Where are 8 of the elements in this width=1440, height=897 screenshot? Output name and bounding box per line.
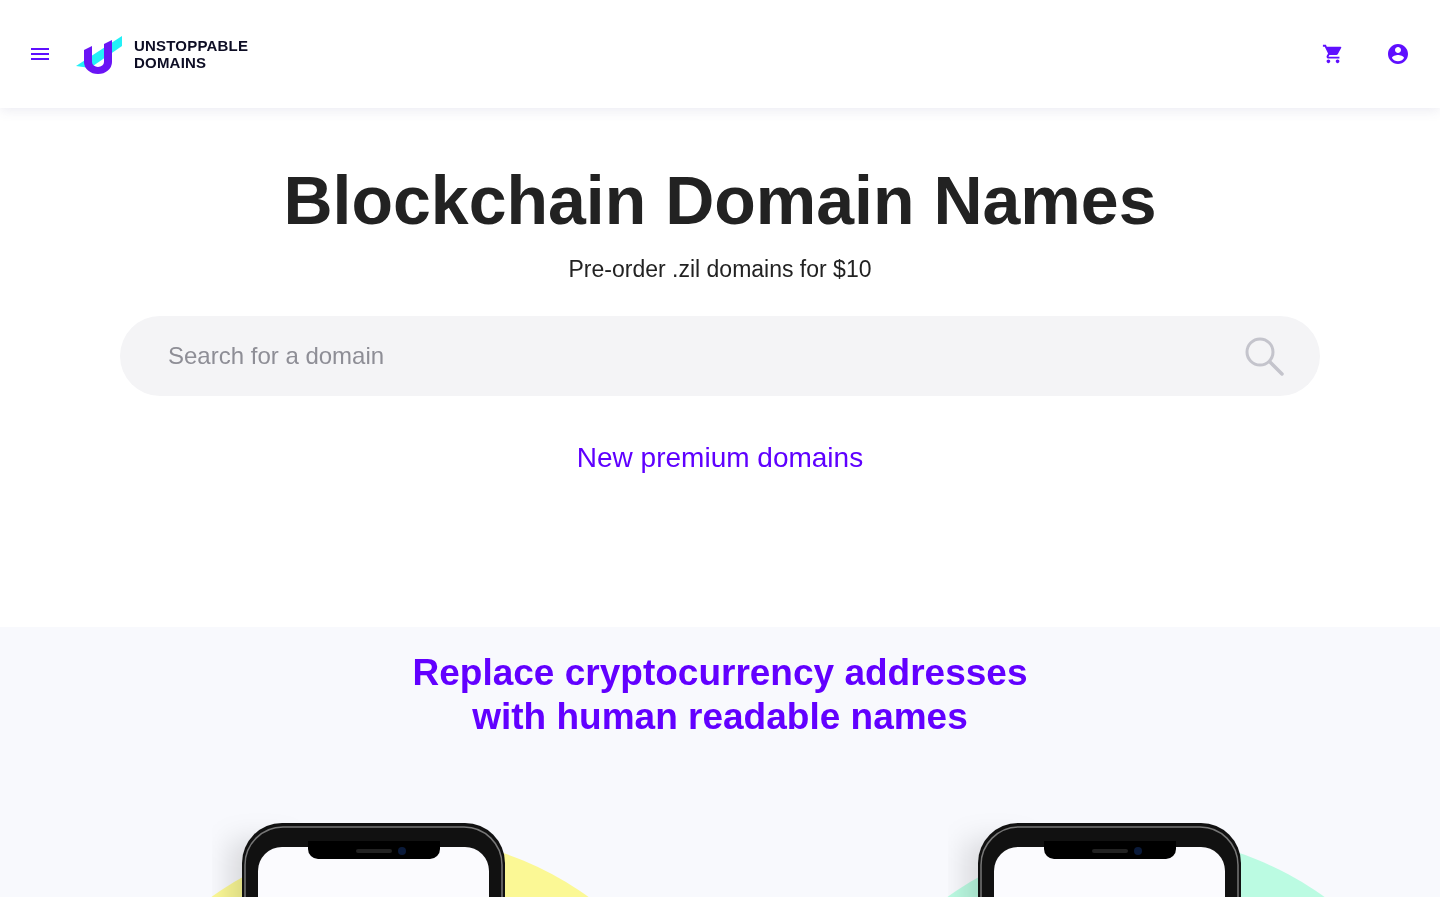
page-title: Blockchain Domain Names bbox=[283, 161, 1157, 240]
section-heading: Replace cryptocurrency addresses with human readable names bbox=[411, 651, 1029, 739]
premium-domains-link[interactable]: New premium domains bbox=[576, 440, 864, 476]
cart-icon[interactable] bbox=[1322, 43, 1344, 65]
account-icon[interactable] bbox=[1386, 42, 1410, 66]
search-field[interactable]: Search for a domain bbox=[120, 316, 1320, 396]
subtitle: Pre-order .zil domains for $10 bbox=[568, 255, 872, 284]
logo-text: UNSTOPPABLE DOMAINS bbox=[134, 37, 249, 71]
